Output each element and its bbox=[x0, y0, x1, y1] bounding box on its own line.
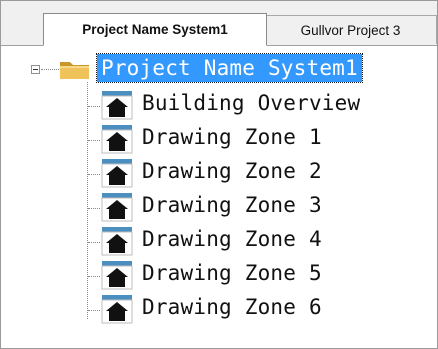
house-icon bbox=[101, 159, 133, 188]
tab-project-name-system1[interactable]: Project Name System1 bbox=[43, 13, 267, 46]
tree-item[interactable]: Building Overview bbox=[1, 86, 437, 120]
house-icon bbox=[101, 295, 133, 324]
tree-item-label[interactable]: Drawing Zone 4 bbox=[142, 224, 322, 254]
tree-connector bbox=[41, 69, 59, 70]
tree-item-label[interactable]: Building Overview bbox=[142, 88, 360, 118]
tree-root-label[interactable]: Project Name System1 bbox=[96, 53, 363, 83]
tree-item[interactable]: Drawing Zone 2 bbox=[1, 154, 437, 188]
tree-item-label[interactable]: Drawing Zone 2 bbox=[142, 156, 322, 186]
tree-item[interactable]: Drawing Zone 4 bbox=[1, 222, 437, 256]
tree-item-label[interactable]: Drawing Zone 1 bbox=[142, 122, 322, 152]
tree-item-label[interactable]: Drawing Zone 6 bbox=[142, 292, 322, 322]
tree-connector bbox=[88, 242, 100, 243]
tree-root-row[interactable]: Project Name System1 bbox=[1, 52, 437, 84]
project-tree: Project Name System1 Building Overview Dr… bbox=[1, 46, 437, 348]
project-tree-panel: Project Name System1 Gullvor Project 3 P… bbox=[0, 0, 438, 349]
house-icon bbox=[101, 261, 133, 290]
house-icon bbox=[101, 193, 133, 222]
tree-connector bbox=[88, 106, 100, 107]
house-icon bbox=[101, 91, 133, 120]
tree-connector bbox=[88, 276, 100, 277]
folder-icon bbox=[60, 62, 89, 79]
tab-strip: Project Name System1 Gullvor Project 3 bbox=[1, 1, 437, 46]
house-icon bbox=[101, 125, 133, 154]
tab-gullvor-project-3[interactable]: Gullvor Project 3 bbox=[265, 15, 437, 44]
tree-item-label[interactable]: Drawing Zone 3 bbox=[142, 190, 322, 220]
tree-item[interactable]: Drawing Zone 6 bbox=[1, 290, 437, 324]
tree-connector bbox=[88, 208, 100, 209]
tree-item[interactable]: Drawing Zone 5 bbox=[1, 256, 437, 290]
tree-item[interactable]: Drawing Zone 3 bbox=[1, 188, 437, 222]
tree-item-label[interactable]: Drawing Zone 5 bbox=[142, 258, 322, 288]
tree-item[interactable]: Drawing Zone 1 bbox=[1, 120, 437, 154]
collapse-toggle-icon[interactable] bbox=[31, 65, 40, 74]
tree-connector bbox=[88, 174, 100, 175]
tree-connector bbox=[88, 310, 100, 311]
house-icon bbox=[101, 227, 133, 256]
tree-connector bbox=[88, 140, 100, 141]
